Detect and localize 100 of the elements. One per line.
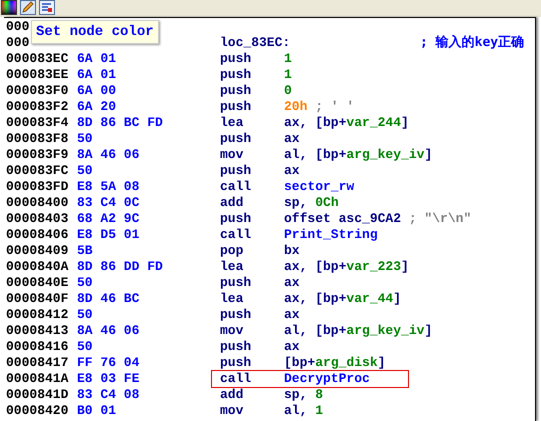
- address-text: 00008416: [6, 339, 68, 354]
- operand-text: ax, [bp+var_244]: [284, 115, 409, 131]
- mnemonic-text: lea: [220, 291, 244, 307]
- address-text: 00008403: [6, 211, 68, 226]
- bytes-text: 6A 20: [77, 99, 116, 114]
- mnemonic-text: push: [220, 163, 252, 179]
- bytes-text: 50: [77, 131, 93, 146]
- operand-text: ax, [bp+var_223]: [284, 259, 409, 275]
- bytes-text: B0 01: [77, 403, 116, 418]
- bytes-text: 6A 01: [77, 51, 116, 66]
- bytes-text: E8 03 FE: [77, 371, 140, 386]
- pencil-icon[interactable]: [20, 0, 36, 15]
- mnemonic-text: push: [220, 51, 252, 67]
- operand-text: al, [bp+arg_key_iv]: [284, 147, 432, 163]
- operand-text: al, [bp+arg_key_iv]: [284, 323, 432, 339]
- operand-text: 0: [284, 83, 292, 99]
- address-text: 00008412: [6, 307, 68, 322]
- bytes-text: 50: [77, 339, 93, 354]
- address-text: 0000840A: [6, 259, 68, 274]
- address-text: 000: [6, 35, 30, 50]
- mnemonic-text: lea: [220, 115, 244, 131]
- mnemonic-text: push: [220, 211, 252, 227]
- mnemonic-text: add: [220, 195, 244, 211]
- mnemonic-text: push: [220, 275, 252, 291]
- address-text: 0000840E: [6, 275, 68, 290]
- address-text: 00008400: [6, 195, 68, 210]
- operand-text: sp, 0Ch: [284, 195, 339, 211]
- operand-text: Print_String: [284, 227, 378, 243]
- bytes-text: 8D 46 BC: [77, 291, 140, 306]
- address-text: 00008417: [6, 355, 68, 370]
- address-text: 00008409: [6, 243, 68, 258]
- address-text: 00008413: [6, 323, 68, 338]
- address-text: 000083F8: [6, 131, 68, 146]
- address-text: 000: [6, 19, 30, 34]
- mnemonic-text: push: [220, 67, 252, 83]
- address-text: 0000840F: [6, 291, 68, 306]
- mnemonic-text: push: [220, 131, 252, 147]
- mnemonic-text: mov: [220, 147, 244, 163]
- address-text: 000083FD: [6, 179, 68, 194]
- operand-text: al, 1: [284, 403, 324, 419]
- address-text: 000083EC: [6, 51, 68, 66]
- operand-text: 1: [284, 67, 292, 83]
- mnemonic-text: push: [220, 307, 252, 323]
- mnemonic-text: mov: [220, 403, 244, 419]
- mnemonic-text: lea: [220, 259, 244, 275]
- address-text: 000083EE: [6, 67, 68, 82]
- mnemonic-text: call: [220, 227, 252, 243]
- operand-text: ax: [284, 307, 300, 323]
- address-text: 000083F4: [6, 115, 68, 130]
- address-text: 00008406: [6, 227, 68, 242]
- bytes-text: E8 D5 01: [77, 227, 140, 242]
- palette-icon[interactable]: [1, 0, 17, 15]
- bytes-text: 68 A2 9C: [77, 211, 140, 226]
- bytes-text: 50: [77, 307, 93, 322]
- operand-text: sp, 8: [284, 387, 324, 403]
- label-text: loc_83EC:: [220, 35, 292, 51]
- operand-text: 1: [284, 51, 292, 67]
- mnemonic-text: call: [220, 371, 252, 387]
- operand-text: bx: [284, 243, 300, 259]
- bytes-text: FF 76 04: [77, 355, 140, 370]
- graph-icon[interactable]: [39, 0, 55, 15]
- bytes-text: 83 C4 0C: [77, 195, 140, 210]
- bytes-text: 83 C4 08: [77, 387, 140, 402]
- bytes-text: 50: [77, 163, 93, 178]
- bytes-text: 8D 86 BC FD: [77, 115, 163, 130]
- address-text: 000083F2: [6, 99, 68, 114]
- operand-text: [bp+arg_disk]: [284, 355, 386, 371]
- bytes-text: 8A 46 06: [77, 323, 140, 338]
- bytes-text: 8D 86 DD FD: [77, 259, 163, 274]
- mnemonic-text: pop: [220, 243, 244, 259]
- address-text: 000083F9: [6, 147, 68, 162]
- bytes-text: 6A 01: [77, 67, 116, 82]
- mnemonic-text: call: [220, 179, 252, 195]
- comment-text: ; 输入的key正确: [420, 35, 524, 51]
- tooltip: Set node color: [31, 20, 159, 44]
- mnemonic-text: push: [220, 99, 252, 115]
- operand-text: ax: [284, 131, 300, 147]
- mnemonic-text: push: [220, 83, 252, 99]
- address-text: 000083F0: [6, 83, 68, 98]
- operand-text: ax: [284, 339, 300, 355]
- operand-text: sector_rw: [284, 179, 354, 195]
- address-text: 000083FC: [6, 163, 68, 178]
- bytes-text: 5B: [77, 243, 93, 258]
- mnemonic-text: push: [220, 339, 252, 355]
- mnemonic-text: push: [220, 355, 252, 371]
- bytes-text: 50: [77, 275, 93, 290]
- mnemonic-text: mov: [220, 323, 244, 339]
- bytes-text: 8A 46 06: [77, 147, 140, 162]
- address-text: 0000841A: [6, 371, 68, 386]
- address-text: 00008420: [6, 403, 68, 418]
- mnemonic-text: add: [220, 387, 244, 403]
- operand-text: DecryptProc: [284, 371, 370, 387]
- bytes-text: 6A 00: [77, 83, 116, 98]
- address-text: 0000841D: [6, 387, 68, 402]
- operand-text: ax: [284, 275, 300, 291]
- bytes-text: E8 5A 08: [77, 179, 140, 194]
- operand-text: ax: [284, 163, 300, 179]
- operand-text: 20h ; ' ': [284, 99, 354, 115]
- operand-text: offset asc_9CA2 ; "\r\n": [284, 211, 472, 227]
- operand-text: ax, [bp+var_44]: [284, 291, 402, 307]
